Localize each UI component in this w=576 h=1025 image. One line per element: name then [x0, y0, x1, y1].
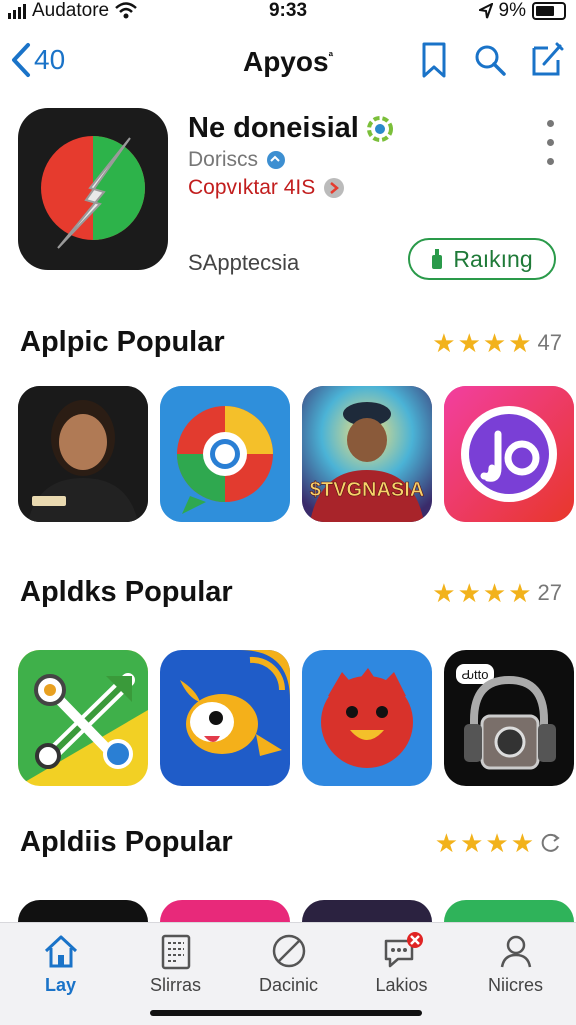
home-icon — [44, 935, 77, 968]
star-icon: ★ — [460, 828, 484, 858]
search-icon[interactable] — [472, 40, 508, 80]
refresh-icon — [541, 833, 560, 852]
app-tile-poster[interactable]: $TVGNASIA — [302, 386, 432, 522]
tile-caption: Ԃtto — [461, 667, 488, 682]
list-icon — [161, 934, 190, 970]
app-tile-music[interactable] — [444, 386, 574, 522]
chat-badge-icon — [384, 932, 423, 968]
more-options-button[interactable] — [547, 120, 554, 165]
info-badge-icon — [324, 178, 345, 198]
app-tile-portrait[interactable] — [18, 386, 148, 522]
verified-badge-icon — [366, 115, 393, 142]
tab-lay[interactable]: Lay — [3, 931, 118, 996]
bottle-icon — [432, 249, 443, 269]
bookmark-icon[interactable] — [416, 40, 452, 80]
section-title: Apldks Popular — [20, 576, 233, 608]
tab-lakios[interactable]: Lakios — [344, 931, 459, 996]
star-icon: ★ — [482, 578, 507, 608]
star-icon: ★ — [485, 828, 509, 858]
section-title: Apldiis Popular — [20, 826, 233, 858]
battery-icon — [532, 2, 566, 20]
star-icon: ★ — [510, 828, 534, 858]
rating-count: 47 — [537, 330, 562, 355]
app-category: SApptecsia — [188, 250, 300, 275]
title-mark: ª — [328, 49, 334, 64]
tile-caption: $TVGNASIA — [310, 479, 424, 501]
star-icon: ★ — [457, 578, 481, 608]
star-icon: ★ — [482, 328, 507, 358]
app-icon[interactable] — [18, 108, 168, 270]
developer-badge-icon — [267, 151, 286, 169]
battery-percent: 9% — [498, 0, 526, 21]
star-icon: ★ — [432, 578, 456, 608]
location-icon — [478, 3, 493, 19]
rating-count: 27 — [537, 580, 562, 605]
status-bar: Audatore 9:33 9% — [0, 0, 576, 24]
star-icon: ★ — [508, 328, 532, 358]
section-title: Aplpic Popular — [20, 326, 225, 358]
section-rating: ★ ★ ★ ★ 47 — [432, 330, 562, 356]
app-subtitle: Copvıktar 4IS — [188, 176, 345, 200]
star-icon: ★ — [434, 828, 459, 858]
tab-slirras[interactable]: Slirras — [118, 931, 233, 996]
tab-niicres[interactable]: Niicres — [458, 931, 573, 996]
app-developer[interactable]: Dorisсs — [188, 148, 286, 172]
section-rating: ★ ★ ★ ★ — [435, 830, 562, 856]
app-tile-headphones[interactable]: Ԃtto — [444, 650, 574, 786]
section-rating: ★ ★ ★ ★ 27 — [432, 580, 562, 606]
app-tile-bird[interactable] — [302, 650, 432, 786]
navigation-bar: 40 Apyosª — [0, 34, 576, 88]
circle-slash-icon — [272, 934, 305, 968]
ranking-button[interactable]: Raıkıng — [408, 238, 556, 280]
compose-icon[interactable] — [528, 40, 564, 80]
tab-dacinic[interactable]: Dacinic — [231, 931, 346, 996]
app-tile-browser[interactable] — [160, 386, 290, 522]
featured-app: Ne doneisial Dorisсs Copvıktar 4IS SAppt… — [18, 108, 558, 280]
app-name: Ne doneisial — [188, 112, 393, 145]
app-tile-fish[interactable] — [160, 650, 290, 786]
home-indicator — [150, 1010, 422, 1016]
star-icon: ★ — [457, 328, 481, 358]
person-icon — [500, 935, 531, 968]
app-tile-arrows[interactable] — [18, 650, 148, 786]
star-icon: ★ — [432, 328, 456, 358]
star-icon: ★ — [508, 578, 532, 608]
